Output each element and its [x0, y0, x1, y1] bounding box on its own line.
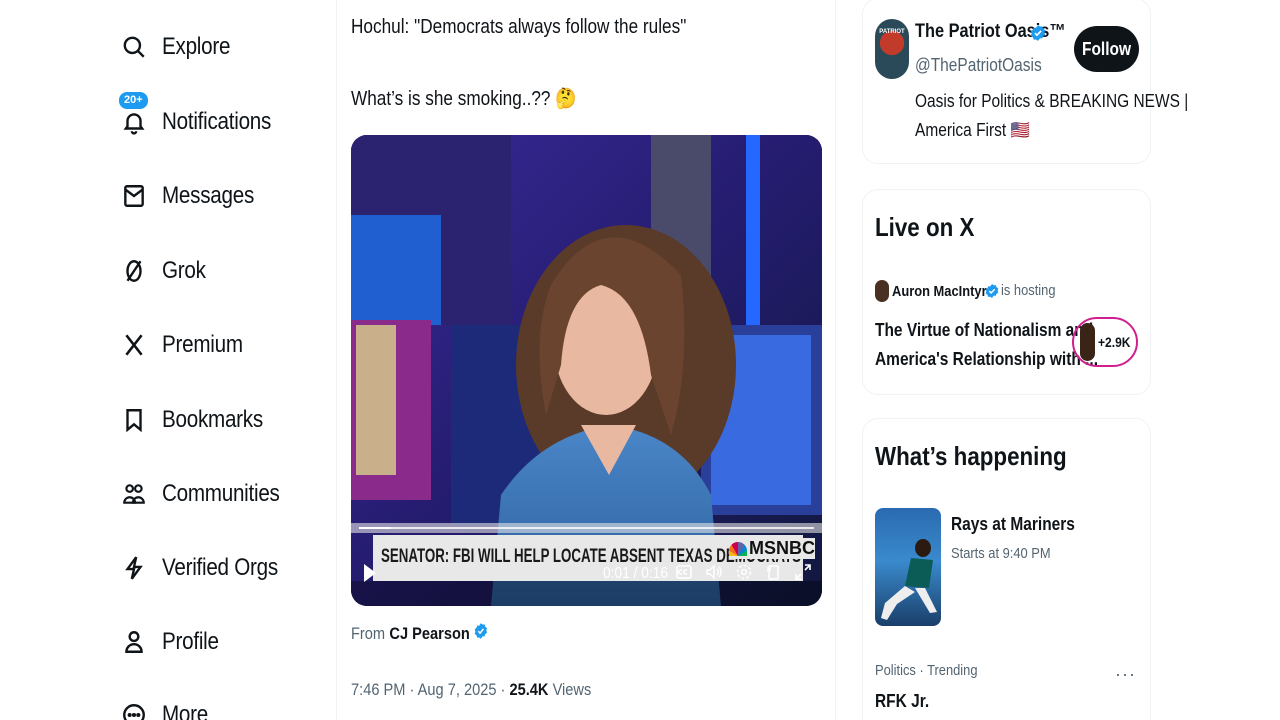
bell-icon: 20+	[117, 90, 150, 138]
views-label: Views	[548, 680, 592, 699]
profile-bio-line2: America First 🇺🇸	[915, 120, 1030, 140]
tweet-timestamp[interactable]: 7:46 PM · Aug 7, 2025 ·	[351, 680, 509, 699]
event-time: Starts at 9:40 PM	[951, 545, 1051, 562]
envelope-icon	[118, 180, 150, 212]
profile-bio-line1: Oasis for Politics & BREAKING NEWS |	[915, 91, 1189, 111]
more-options-icon[interactable]: ···	[1115, 664, 1136, 685]
person-icon	[118, 626, 150, 658]
fullscreen-icon[interactable]	[794, 563, 812, 586]
nav-explore[interactable]: Explore	[118, 22, 241, 72]
video-time: 0:01 / 0:16	[603, 565, 669, 582]
picture-in-picture-icon[interactable]	[765, 563, 783, 586]
tweet-text: What’s is she smoking..??	[351, 88, 551, 110]
play-icon[interactable]	[363, 563, 377, 588]
video-source: From CJ Pearson	[351, 622, 489, 645]
nav-bookmarks[interactable]: Bookmarks	[118, 395, 279, 445]
peacock-icon	[729, 541, 747, 556]
nav-premium[interactable]: Premium	[118, 320, 256, 370]
grok-icon	[118, 255, 150, 287]
event-title[interactable]: Rays at Mariners	[951, 514, 1095, 535]
trend-context: Politics · Trending	[875, 662, 978, 679]
nav-messages[interactable]: Messages	[118, 171, 269, 221]
notifications-badge: 20+	[117, 90, 150, 111]
nav-verified-orgs[interactable]: Verified Orgs	[118, 543, 297, 593]
happening-title: What’s happening	[875, 441, 1067, 471]
nav-more[interactable]: More	[118, 690, 215, 720]
left-sidebar: Explore 20+ Notifications Messages Grok …	[0, 0, 335, 720]
listener-avatar	[1080, 323, 1096, 361]
nav-notifications[interactable]: 20+ Notifications	[117, 90, 289, 147]
source-account-link[interactable]: CJ Pearson	[389, 624, 469, 644]
live-on-x-card: Live on X Auron MacIntyre is hosting The…	[862, 189, 1151, 395]
nav-label: Explore	[162, 33, 231, 60]
nav-label: Messages	[162, 182, 255, 209]
settings-gear-icon[interactable]	[735, 563, 753, 586]
bookmark-icon	[118, 404, 150, 436]
trend-name[interactable]: RFK Jr.	[875, 691, 938, 712]
baseball-player-image	[881, 539, 937, 620]
views-count: 25.4K	[509, 680, 549, 699]
more-circle-icon	[118, 699, 150, 720]
nav-grok[interactable]: Grok	[118, 246, 213, 296]
tweet-text-line2: What’s is she smoking..?? 🤔	[351, 86, 577, 111]
nav-label: Premium	[162, 331, 243, 358]
nav-label: Grok	[162, 257, 206, 284]
listeners-count: +2.9K	[1098, 334, 1131, 350]
event-thumbnail[interactable]	[875, 508, 941, 626]
thinking-emoji: 🤔	[555, 88, 577, 110]
host-avatar	[875, 280, 889, 302]
nav-label: Verified Orgs	[162, 554, 278, 581]
live-title: Live on X	[875, 212, 975, 242]
follow-button[interactable]: Follow	[1074, 26, 1139, 72]
nav-label: More	[162, 701, 208, 720]
x-logo-icon	[118, 329, 150, 361]
nav-label: Bookmarks	[162, 406, 263, 433]
verified-badge-icon	[984, 283, 1000, 304]
host-status: is hosting	[1001, 282, 1056, 299]
listeners-pill[interactable]: +2.9K	[1072, 317, 1138, 367]
nav-label: Notifications	[162, 108, 272, 135]
profile-card: PATRIOT The Patriot Oasis™ @ThePatriotOa…	[862, 0, 1188, 164]
host-name: Auron MacIntyre	[892, 282, 994, 300]
volume-icon[interactable]	[705, 563, 723, 586]
nav-label: Profile	[162, 628, 219, 655]
network-logo: MSNBC	[729, 538, 815, 559]
tweet-text-line1: Hochul: "Democrats always follow the rul…	[351, 16, 687, 38]
verified-badge-icon	[473, 622, 488, 645]
nav-label: Communities	[162, 480, 280, 507]
lightning-icon	[118, 552, 150, 584]
profile-handle: @ThePatriotOasis	[915, 55, 1042, 75]
video-frame	[351, 135, 822, 606]
communities-icon	[118, 478, 150, 510]
tweet-meta: 7:46 PM · Aug 7, 2025 · 25.4K Views	[351, 680, 591, 700]
verified-badge-icon	[1029, 24, 1047, 47]
profile-name-row: The Patriot Oasis™	[915, 21, 1090, 43]
nav-communities[interactable]: Communities	[118, 469, 299, 519]
video-player[interactable]: SENATOR: FBI WILL HELP LOCATE ABSENT TEX…	[351, 135, 822, 606]
nav-profile[interactable]: Profile	[118, 617, 228, 667]
tweet-detail: Hochul: "Democrats always follow the rul…	[336, 0, 836, 720]
search-icon	[118, 31, 150, 63]
profile-avatar[interactable]: PATRIOT	[875, 19, 909, 79]
captions-icon[interactable]	[676, 564, 692, 585]
whats-happening-card: What’s happening Rays at Mariners Starts…	[862, 418, 1151, 720]
